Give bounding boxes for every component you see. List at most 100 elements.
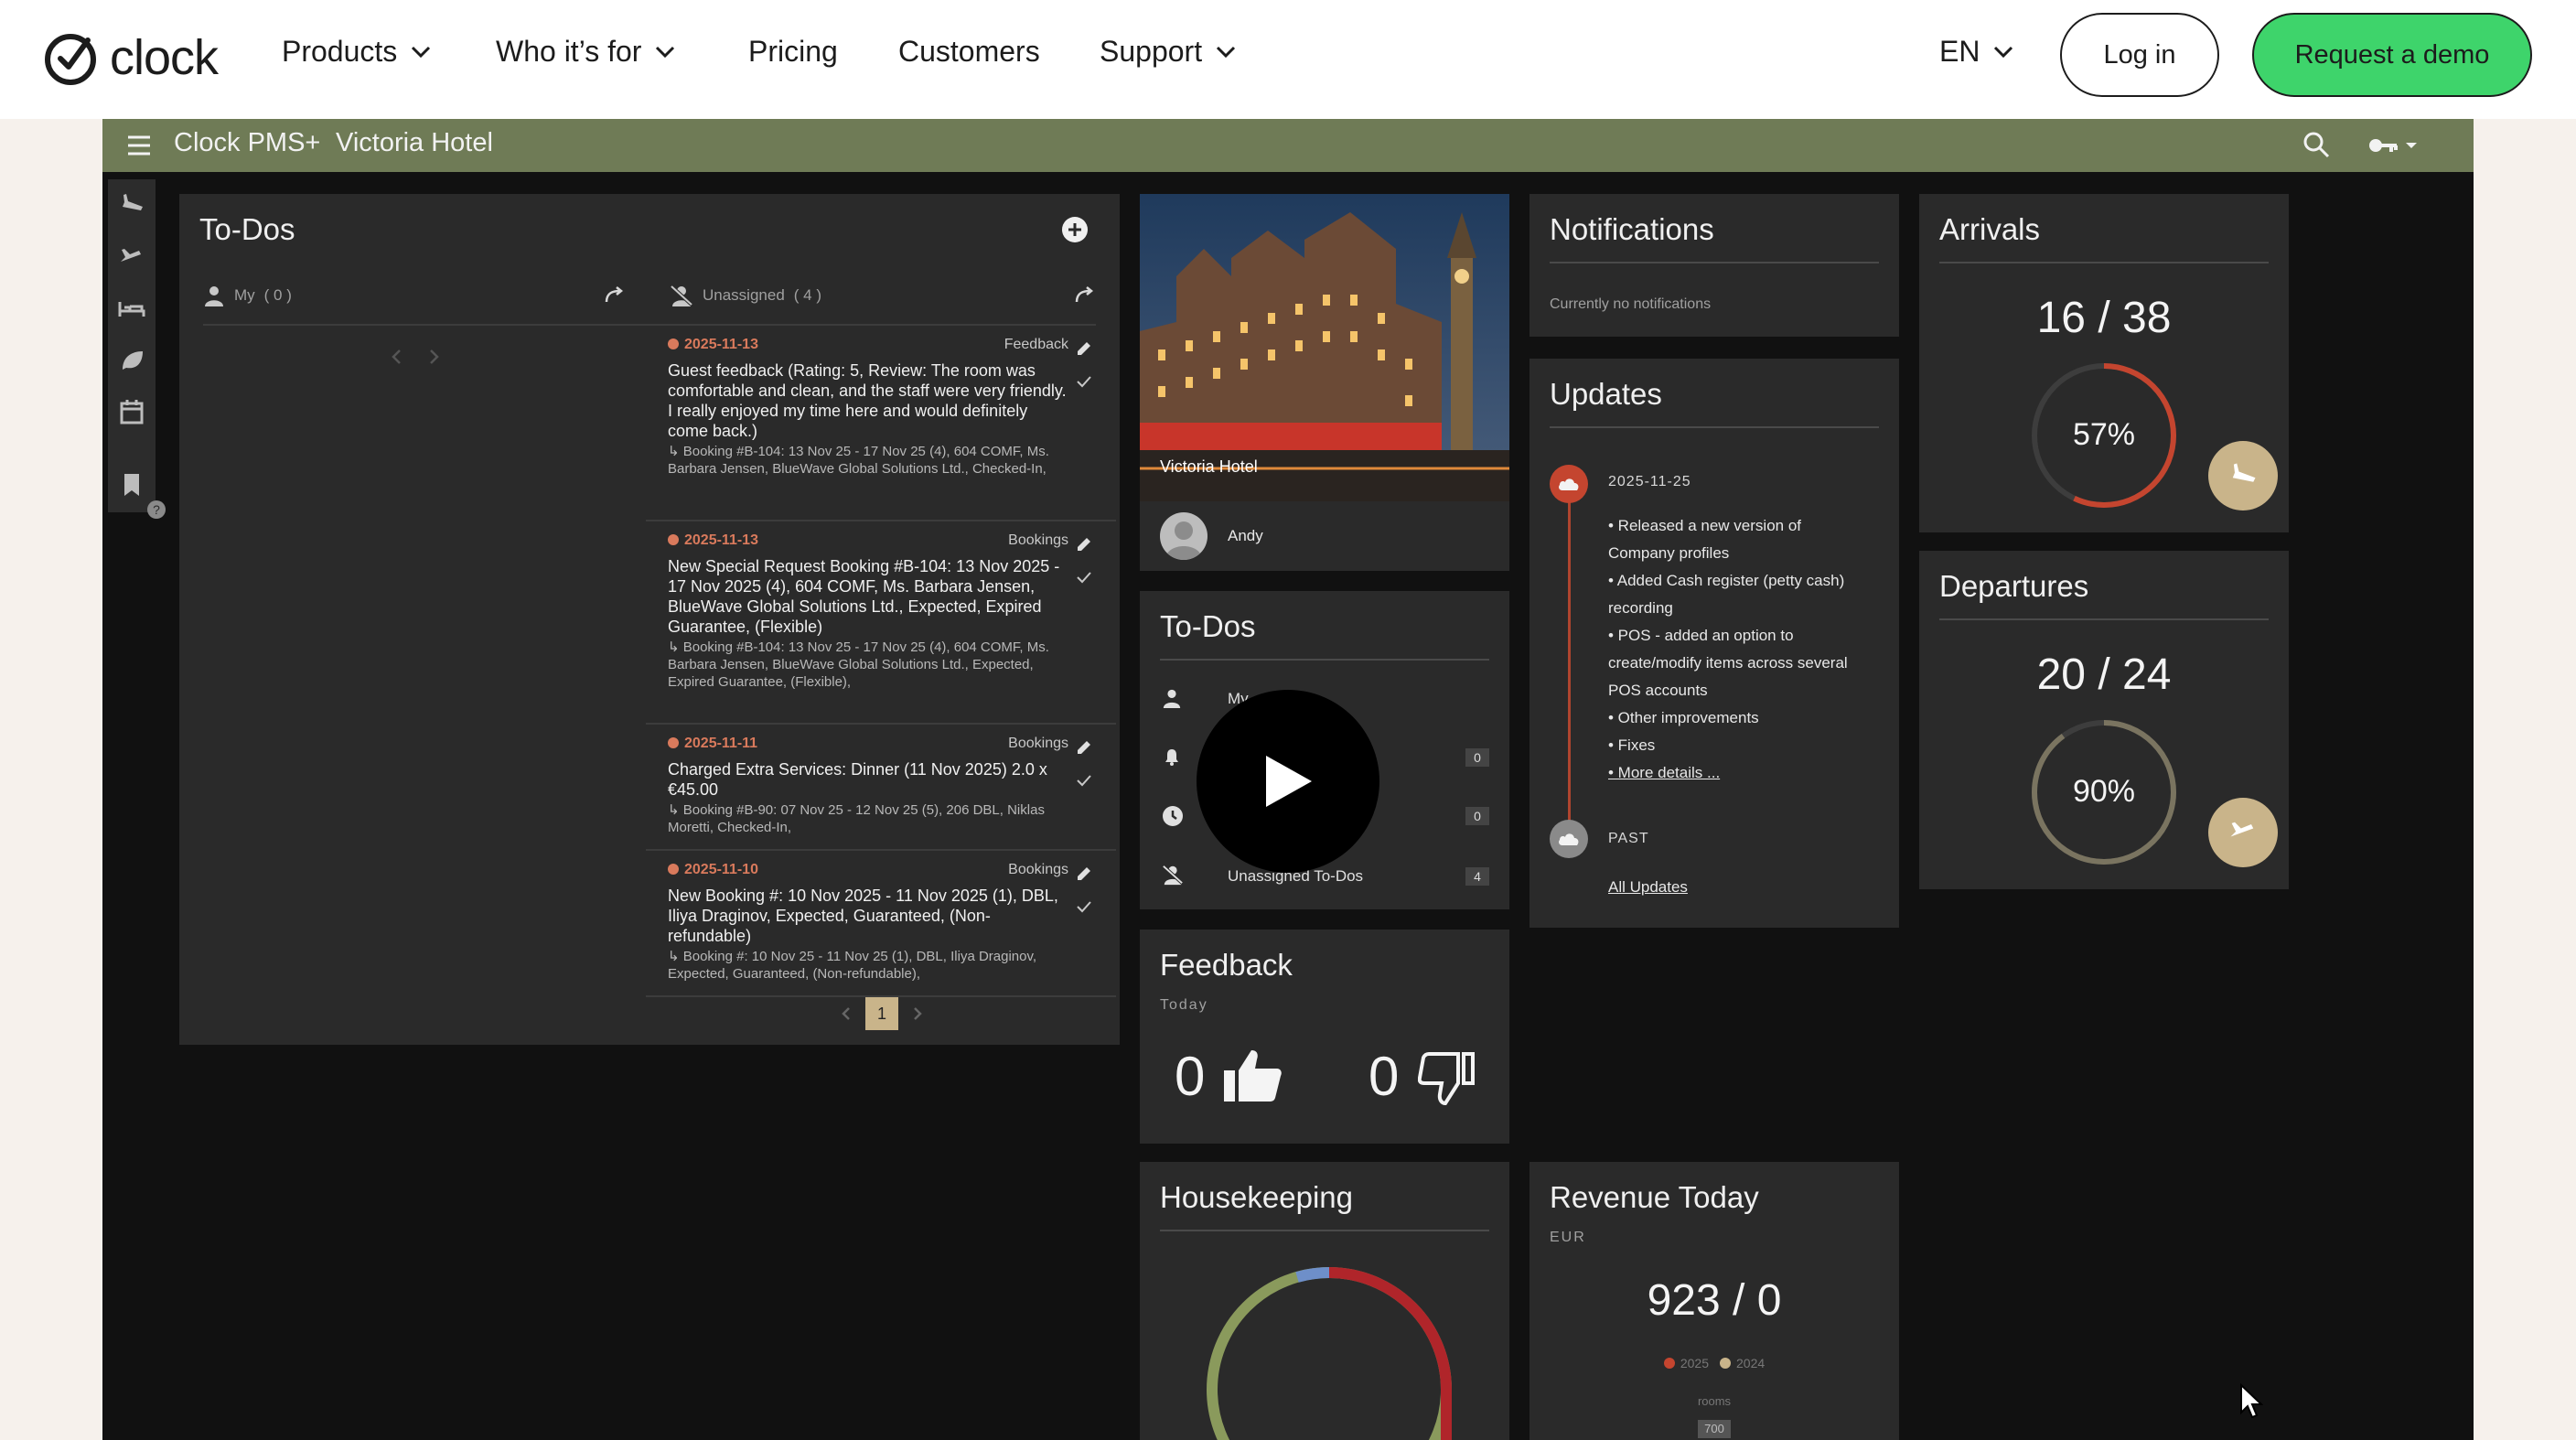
updates-title: Updates: [1550, 377, 1662, 411]
edit-icon[interactable]: [1076, 739, 1092, 756]
nav-customers[interactable]: Customers: [898, 35, 1040, 69]
nav-products[interactable]: Products: [282, 35, 432, 69]
arrivals-plane-icon[interactable]: [117, 190, 146, 220]
chevron-down-icon: [1994, 46, 2013, 58]
avatar[interactable]: [1160, 512, 1208, 560]
pms-app: Clock PMS+ Victoria Hotel ? To-Dos My ( …: [102, 119, 2474, 1440]
unassigned-count: ( 4 ): [793, 286, 822, 304]
housekeeping-donut: [1207, 1267, 1452, 1440]
clock-logo[interactable]: clock: [42, 26, 219, 90]
chevron-down-icon: [412, 46, 431, 58]
hotel-card: Victoria Hotel Andy: [1140, 194, 1509, 571]
my-todos-count: ( 0 ): [263, 286, 292, 304]
revenue-axis-tick: 700: [1698, 1420, 1731, 1438]
divider: [1939, 618, 2269, 620]
departures-title: Departures: [1939, 569, 2089, 603]
bookmark-icon[interactable]: [117, 470, 146, 500]
page-number[interactable]: 1: [865, 997, 898, 1030]
clock-logo-icon: [45, 34, 96, 85]
all-updates-link[interactable]: All Updates: [1608, 878, 1688, 897]
check-icon[interactable]: [1076, 898, 1092, 915]
my-todos-tab[interactable]: My ( 0 ): [203, 282, 292, 309]
leaf-icon[interactable]: [117, 346, 146, 375]
more-details-link[interactable]: • More details ...: [1608, 759, 1892, 787]
todo-text: Charged Extra Services: Dinner (11 Nov 2…: [668, 760, 1047, 799]
feedback-period: Today: [1160, 997, 1208, 1013]
language-label: EN: [1939, 35, 1980, 68]
feedback-card: Feedback Today 0 0: [1140, 930, 1509, 1144]
chevron-right-icon[interactable]: [911, 1005, 924, 1022]
person-off-icon: [1162, 865, 1184, 886]
update-note: Company profiles: [1608, 544, 1730, 562]
todo-item[interactable]: 2025-11-13 Feedback Guest feedback (Rati…: [646, 326, 1116, 521]
person-icon: [1163, 689, 1181, 708]
language-select[interactable]: EN: [1939, 35, 2014, 69]
todos-title: To-Dos: [199, 212, 295, 246]
help-icon[interactable]: ?: [146, 500, 166, 520]
todo-booking-ref: ↳ Booking #: 10 Nov 25 - 11 Nov 25 (1), …: [668, 949, 1037, 982]
request-demo-button[interactable]: Request a demo: [2252, 13, 2532, 97]
check-icon[interactable]: [1076, 772, 1092, 789]
todo-date: 2025-11-11: [668, 736, 757, 752]
calendar-icon[interactable]: [117, 397, 146, 426]
chevron-down-icon: [1217, 46, 1236, 58]
divider: [1550, 262, 1879, 263]
revenue-card: Revenue Today EUR 923 / 0 2025 2024 room…: [1530, 1162, 1899, 1440]
login-button[interactable]: Log in: [2060, 13, 2219, 97]
video-play-button[interactable]: [1197, 690, 1379, 873]
forward-icon[interactable]: [604, 285, 626, 304]
chevron-left-icon[interactable]: [390, 348, 404, 366]
departures-card: Departures 20 / 24 90%: [1919, 551, 2289, 889]
revenue-value: 923 / 0: [1647, 1276, 1782, 1325]
unassigned-label: Unassigned: [703, 286, 785, 304]
count-badge: 0: [1465, 807, 1489, 825]
updates-card: Updates 2025-11-25 • Released a new vers…: [1530, 359, 1899, 928]
thumbs-up-icon: [1224, 1050, 1282, 1101]
person-icon: [205, 286, 223, 306]
menu-icon[interactable]: [126, 134, 152, 157]
bed-icon[interactable]: [117, 295, 146, 324]
search-icon[interactable]: [2302, 130, 2331, 159]
clock-icon: [1163, 806, 1183, 826]
todo-item[interactable]: 2025-11-11 Bookings Charged Extra Servic…: [646, 725, 1116, 851]
arrivals-action-button[interactable]: [2208, 441, 2278, 510]
revenue-axis-label: rooms: [1697, 1394, 1732, 1408]
timeline-dot-past: [1550, 820, 1588, 858]
nav-who-its-for[interactable]: Who it’s for: [496, 35, 676, 69]
todo-date: 2025-11-13: [668, 337, 758, 353]
chevron-right-icon[interactable]: [426, 348, 441, 366]
add-todo-icon[interactable]: [1061, 216, 1089, 243]
nav-support-label: Support: [1100, 35, 1203, 68]
my-todos-label: My: [234, 286, 255, 304]
chevron-down-icon: [656, 46, 675, 58]
nav-support[interactable]: Support: [1100, 35, 1237, 69]
key-icon[interactable]: [2367, 132, 2419, 159]
revenue-legend: 2025 2024: [1530, 1356, 1899, 1370]
past-label: PAST: [1608, 831, 1649, 846]
hotel-caption: Victoria Hotel: [1160, 457, 1258, 476]
todo-item[interactable]: 2025-11-13 Bookings New Special Request …: [646, 521, 1116, 725]
arrivals-plane-icon: [2230, 463, 2256, 487]
edit-icon[interactable]: [1076, 536, 1092, 553]
check-icon[interactable]: [1076, 569, 1092, 586]
departures-action-button[interactable]: [2208, 798, 2278, 867]
check-icon[interactable]: [1076, 373, 1092, 390]
nav-pricing[interactable]: Pricing: [748, 35, 838, 69]
todo-item[interactable]: 2025-11-10 Bookings New Booking #: 10 No…: [646, 851, 1116, 997]
thumbs-down-icon: [1418, 1052, 1475, 1105]
timeline-dot: [1550, 465, 1588, 503]
edit-icon[interactable]: [1076, 865, 1092, 882]
unassigned-todos-tab[interactable]: Unassigned ( 4 ): [670, 282, 821, 309]
forward-icon[interactable]: [1074, 285, 1096, 304]
edit-icon[interactable]: [1076, 340, 1092, 357]
update-note: POS accounts: [1608, 682, 1708, 699]
departures-count: 20 / 24: [2036, 650, 2172, 699]
cloud-icon: [1559, 833, 1579, 845]
chevron-left-icon[interactable]: [840, 1005, 853, 1022]
app-sidebar: ?: [108, 179, 166, 519]
status-dot: [668, 339, 679, 349]
play-icon: [1266, 756, 1312, 807]
todo-booking-ref: ↳ Booking #B-104: 13 Nov 25 - 17 Nov 25 …: [668, 639, 1049, 690]
departures-plane-icon[interactable]: [117, 243, 146, 273]
divider: [1939, 262, 2269, 263]
